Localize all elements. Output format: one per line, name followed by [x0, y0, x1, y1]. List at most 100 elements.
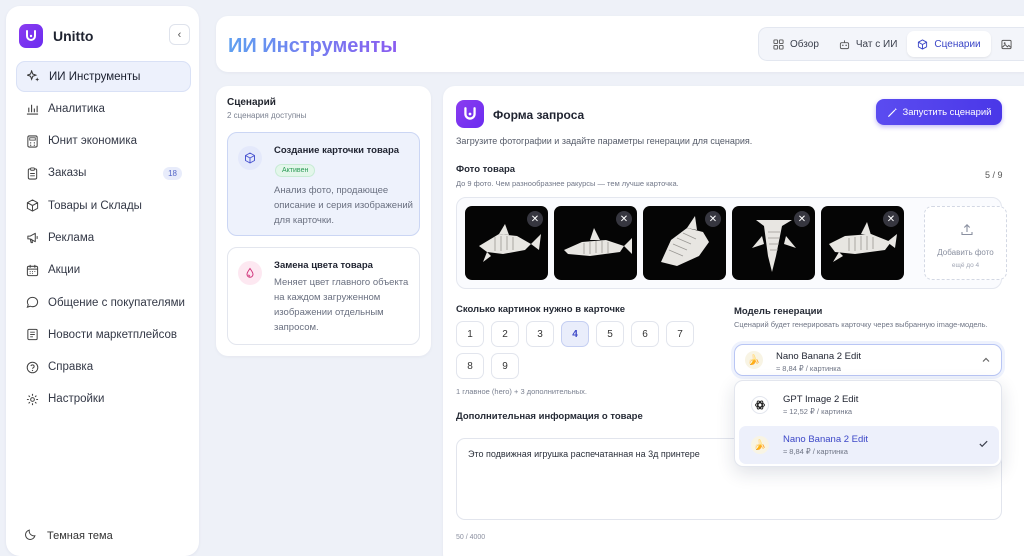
remove-photo-button[interactable]: ✕: [616, 211, 632, 227]
tab-label: Чат с ИИ: [855, 38, 898, 50]
cube-icon: [238, 146, 262, 170]
model-select-price: ≈ 8,84 ₽ / картинка: [776, 364, 841, 373]
model-hint: Сценарий будет генерировать карточку чер…: [734, 320, 988, 329]
image-count-option-9[interactable]: 9: [491, 353, 519, 379]
sidebar-item-orders[interactable]: Заказы 18: [16, 158, 191, 189]
sidebar-item-label: Реклама: [48, 231, 95, 244]
product-photo-thumbnail[interactable]: ✕: [554, 206, 637, 280]
image-count-option-4[interactable]: 4: [561, 321, 589, 347]
tab-overview[interactable]: Обзор: [763, 31, 829, 57]
orders-count-badge: 18: [163, 166, 182, 180]
sidebar-item-label: Товары и Склады: [48, 199, 142, 212]
sidebar-item-promotions[interactable]: Акции: [16, 255, 191, 286]
tab-scenarios[interactable]: Сценарии: [907, 31, 991, 57]
model-option-nano-banana[interactable]: 🍌 Nano Banana 2 Edit ≈ 8,84 ₽ / картинка: [739, 426, 999, 464]
scenario-card-description: Меняет цвет главного объекта на каждом з…: [274, 277, 409, 333]
scenario-panel: Сценарий 2 сценария доступны Создание ка…: [216, 86, 431, 356]
model-option-gpt-image[interactable]: GPT Image 2 Edit ≈ 12,52 ₽ / картинка: [739, 386, 999, 424]
form-description: Загрузите фотографии и задайте параметры…: [456, 136, 753, 146]
sidebar-item-label: Справка: [48, 361, 94, 374]
image-count-option-5[interactable]: 5: [596, 321, 624, 347]
unitto-logo: [19, 24, 43, 48]
collapse-sidebar-button[interactable]: ‹: [169, 24, 190, 45]
image-count-option-7[interactable]: 7: [666, 321, 694, 347]
remove-photo-button[interactable]: ✕: [527, 211, 543, 227]
product-photo-thumbnail[interactable]: ✕: [732, 206, 815, 280]
scenario-card-description: Анализ фото, продающее описание и серия …: [274, 185, 413, 226]
sidebar-item-customer-chat[interactable]: Общение с покупателями: [16, 287, 191, 318]
image-count-option-2[interactable]: 2: [491, 321, 519, 347]
sidebar: Unitto ‹ ИИ Инструменты Аналитика Юнит э…: [6, 6, 199, 556]
scenario-card-color-change[interactable]: Замена цвета товара Меняет цвет главного…: [227, 247, 420, 345]
theme-toggle-label: Темная тема: [47, 529, 113, 542]
product-photo-thumbnail[interactable]: ✕: [643, 206, 726, 280]
megaphone-icon: [25, 231, 39, 245]
photo-upload-area: ✕ ✕ ✕ ✕ ✕ Добавить фото ещё до 4: [456, 197, 1007, 289]
help-circle-icon: [25, 360, 39, 374]
upload-icon: [960, 223, 974, 240]
photos-count: 5 / 9: [985, 170, 1003, 180]
product-photo-thumbnail[interactable]: ✕: [465, 206, 548, 280]
model-select-name: Nano Banana 2 Edit: [776, 351, 862, 362]
sidebar-item-label: Новости маркетплейсов: [48, 328, 177, 341]
dark-theme-toggle[interactable]: Темная тема: [25, 528, 113, 543]
box-icon: [25, 199, 39, 213]
model-option-name: Nano Banana 2 Edit: [783, 434, 869, 445]
robot-icon: [839, 39, 850, 50]
request-form: Форма запроса Запустить сценарий Загрузи…: [443, 86, 1024, 556]
scenario-panel-title: Сценарий: [227, 97, 276, 108]
banana-icon: 🍌: [745, 351, 763, 369]
brand[interactable]: Unitto: [19, 24, 93, 48]
chat-icon: [25, 296, 39, 310]
clipboard-icon: [25, 166, 39, 180]
scenario-card-title: Замена цвета товара: [274, 260, 373, 271]
tab-ai-chat[interactable]: Чат с ИИ: [829, 31, 908, 57]
bar-chart-icon: [25, 102, 39, 116]
remove-photo-button[interactable]: ✕: [705, 211, 721, 227]
add-photo-label: Добавить фото: [937, 248, 994, 257]
image-count-option-3[interactable]: 3: [526, 321, 554, 347]
sidebar-item-label: Заказы: [48, 167, 87, 180]
sparkles-icon: [26, 70, 40, 84]
remove-photo-button[interactable]: ✕: [883, 211, 899, 227]
sidebar-item-label: Акции: [48, 264, 81, 277]
sidebar-item-unit-economics[interactable]: Юнит экономика: [16, 126, 191, 157]
moon-icon: [25, 528, 37, 543]
run-scenario-button[interactable]: Запустить сценарий: [876, 99, 1002, 125]
sidebar-item-products[interactable]: Товары и Склады: [16, 190, 191, 221]
model-select[interactable]: 🍌 Nano Banana 2 Edit ≈ 8,84 ₽ / картинка: [734, 344, 1002, 376]
sidebar-item-label: Юнит экономика: [48, 135, 138, 148]
extra-info-counter: 50 / 4000: [456, 534, 486, 541]
image-count-option-8[interactable]: 8: [456, 353, 484, 379]
image-count-option-6[interactable]: 6: [631, 321, 659, 347]
image-count-label: Сколько картинок нужно в карточке: [456, 304, 626, 315]
product-photo-thumbnail[interactable]: ✕: [821, 206, 904, 280]
tab-images[interactable]: [991, 31, 1024, 57]
sidebar-item-label: Настройки: [48, 393, 105, 406]
cube-icon: [917, 38, 928, 50]
calendar-icon: [25, 263, 39, 277]
calculator-icon: [25, 134, 39, 148]
sidebar-item-analytics[interactable]: Аналитика: [16, 93, 191, 124]
sidebar-item-settings[interactable]: Настройки: [16, 384, 191, 415]
sidebar-item-ads[interactable]: Реклама: [16, 222, 191, 253]
run-scenario-label: Запустить сценарий: [902, 106, 992, 118]
photos-hint: До 9 фото. Чем разнообразнее ракурсы — т…: [456, 179, 679, 188]
tab-label: Обзор: [790, 38, 819, 50]
scenario-card-product-card[interactable]: Создание карточки товара Активен Анализ …: [227, 132, 420, 236]
model-label: Модель генерации: [734, 306, 823, 317]
page-title: ИИ Инструменты: [228, 35, 398, 57]
scenario-card-title: Создание карточки товара: [274, 145, 400, 156]
image-count-option-1[interactable]: 1: [456, 321, 484, 347]
add-photo-button[interactable]: Добавить фото ещё до 4: [924, 206, 1007, 280]
form-title: Форма запроса: [493, 108, 585, 122]
sidebar-item-ai-tools[interactable]: ИИ Инструменты: [16, 61, 191, 92]
sidebar-item-help[interactable]: Справка: [16, 352, 191, 383]
status-badge: Активен: [275, 164, 316, 177]
model-option-price: ≈ 12,52 ₽ / картинка: [783, 407, 853, 416]
sidebar-item-marketplace-news[interactable]: Новости маркетплейсов: [16, 319, 191, 350]
openai-icon: [751, 396, 769, 414]
remove-photo-button[interactable]: ✕: [794, 211, 810, 227]
tab-label: Сценарии: [934, 38, 981, 50]
sidebar-item-label: Аналитика: [48, 102, 105, 115]
